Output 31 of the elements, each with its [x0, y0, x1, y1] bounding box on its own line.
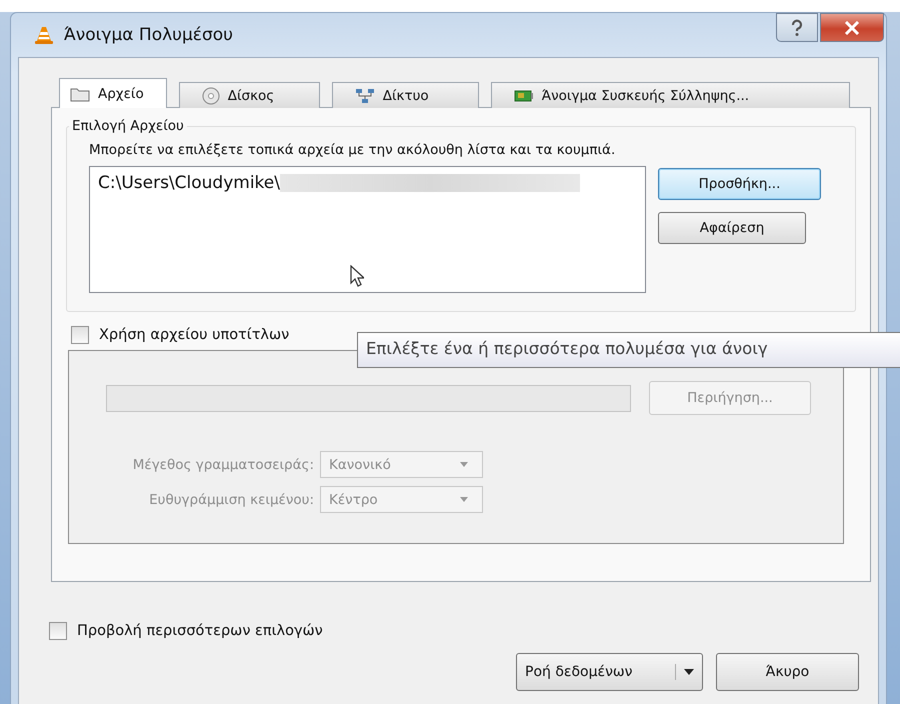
group-title: Επιλογή Αρχείου	[71, 118, 185, 134]
help-button[interactable]	[776, 13, 818, 42]
file-list[interactable]: C:\Users\Cloudymike\	[89, 166, 646, 293]
checkbox-label[interactable]: Προβολή περισσότερων επιλογών	[77, 623, 323, 639]
dropdown-arrow-icon	[460, 497, 468, 502]
folder-icon	[70, 86, 90, 102]
network-icon	[354, 88, 375, 104]
question-mark-icon	[790, 18, 804, 36]
tooltip: Επιλέξτε ένα ή περισσότερα πολυμέσα για άνοιγ	[357, 332, 900, 368]
dropdown-arrow-icon	[460, 462, 468, 467]
mouse-cursor-icon	[350, 265, 364, 287]
tab[interactable]: Δίκτυο	[332, 82, 479, 108]
file-path[interactable]: C:\Users\Cloudymike\	[98, 173, 280, 193]
option-label: Ευθυγράμμιση κειμένου:	[148, 492, 314, 508]
disc-icon	[202, 86, 220, 104]
close-icon	[844, 20, 860, 34]
option-label: Μέγεθος γραμματοσειράς:	[132, 456, 314, 472]
checkbox[interactable]	[49, 622, 67, 640]
close-button[interactable]	[820, 13, 884, 42]
cancel-button[interactable]: Άκυρο	[716, 653, 859, 691]
add-button[interactable]: Προσθήκη...	[658, 168, 821, 200]
dropdown-arrow-icon	[684, 669, 694, 675]
remove-button[interactable]: Αφαίρεση	[658, 212, 806, 244]
tab[interactable]: Αρχείο	[59, 78, 167, 108]
stream-split-button[interactable]: Ροή δεδομένων	[516, 653, 703, 691]
description-text: Μπορείτε να επιλέξετε τοπικά αρχεία με την ακόλουθη λίστα και τα κουμπιά.	[89, 142, 616, 158]
traffic-cone-icon	[34, 25, 54, 45]
tab[interactable]: Δίσκος	[178, 82, 320, 108]
tab[interactable]: Άνοιγμα Συσκευής Σύλληψης...	[490, 82, 850, 108]
window-title: Άνοιγμα Πολυμέσου	[64, 25, 234, 45]
capture-card-icon	[514, 88, 534, 104]
